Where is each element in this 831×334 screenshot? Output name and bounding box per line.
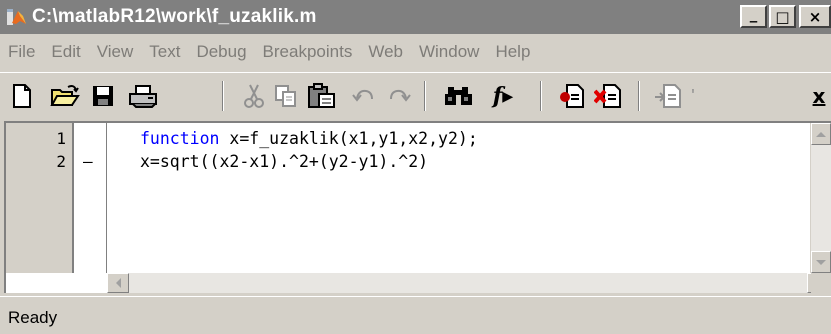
open-folder-icon (50, 85, 80, 106)
menu-bar: File Edit View Text Debug Breakpoints We… (0, 34, 831, 70)
redo-button[interactable] (386, 81, 412, 111)
toolbar-separator (424, 81, 426, 111)
copy-button[interactable] (273, 81, 299, 111)
menu-help[interactable]: Help (495, 42, 536, 62)
paste-button[interactable] (307, 81, 337, 111)
set-breakpoint-button[interactable] (558, 81, 586, 111)
breakpoint-marker[interactable]: – (83, 152, 93, 171)
breakpoint-gutter[interactable]: – (74, 123, 107, 273)
scroll-corner (811, 273, 831, 293)
show-functions-button[interactable]: f▸ (483, 81, 523, 111)
matlab-logo-icon (6, 7, 28, 27)
print-icon (129, 85, 157, 108)
toolbar-separator (638, 81, 640, 111)
find-icon (445, 87, 472, 105)
close-editor-button[interactable]: x (807, 81, 831, 111)
arrow-down-icon (816, 259, 826, 265)
save-button[interactable] (90, 81, 116, 111)
new-file-button[interactable] (10, 81, 34, 111)
status-text: Ready (8, 308, 58, 327)
minimize-button[interactable]: _ (740, 5, 767, 28)
function-icon: f▸ (492, 83, 514, 109)
close-icon: × (808, 7, 822, 26)
title-bar[interactable]: C:\matlabR12\work\f_uzaklik.m _ □ × (0, 0, 831, 34)
menu-web[interactable]: Web (368, 42, 409, 62)
print-button[interactable] (128, 81, 158, 111)
undo-button[interactable] (351, 81, 377, 111)
undo-icon (352, 89, 373, 102)
clear-breakpoint-icon (594, 84, 621, 108)
open-file-button[interactable] (50, 81, 80, 111)
copy-icon (275, 85, 296, 107)
close-window-button[interactable]: × (799, 5, 831, 28)
arrow-left-icon (115, 278, 121, 288)
code-line[interactable]: x=sqrt((x2-x1).^2+(y2-y1).^2) (140, 152, 428, 171)
line-number: 1 (56, 129, 66, 148)
save-icon (93, 86, 113, 106)
new-file-icon (13, 84, 31, 108)
redo-icon (390, 89, 411, 102)
menu-file[interactable]: File (8, 42, 41, 62)
code-text: x=sqrt((x2-x1).^2+(y2-y1).^2) (140, 152, 429, 171)
status-bar: Ready (0, 296, 831, 334)
arrow-up-icon (816, 131, 826, 137)
minimize-icon: _ (749, 4, 758, 23)
maximize-button[interactable]: □ (769, 5, 796, 28)
clear-breakpoint-button[interactable] (594, 81, 622, 111)
scroll-left-button[interactable] (107, 273, 129, 293)
code-text: x=f_uzaklik(x1,y1,x2,y2); (219, 129, 478, 148)
menu-text[interactable]: Text (149, 42, 186, 62)
menu-window[interactable]: Window (419, 42, 485, 62)
line-number-gutter: 1 2 (6, 123, 74, 273)
horizontal-scrollbar[interactable] (107, 273, 829, 293)
maximize-icon: □ (775, 7, 790, 26)
code-editor[interactable]: 1 2 – function x=f_uzaklik(x1,y1,x2,y2);… (4, 121, 831, 293)
step-in-icon (655, 84, 681, 108)
cut-button[interactable] (243, 81, 265, 111)
code-line[interactable]: function x=f_uzaklik(x1,y1,x2,y2); (140, 129, 478, 148)
find-button[interactable] (443, 81, 475, 111)
menu-breakpoints[interactable]: Breakpoints (263, 42, 359, 62)
code-keyword: function (140, 129, 220, 148)
paste-icon (308, 83, 335, 108)
toolbar-separator-small: ' (691, 85, 695, 106)
close-icon: x (812, 84, 826, 108)
toolbar-separator (222, 81, 224, 111)
scroll-down-button[interactable] (811, 251, 831, 273)
set-breakpoint-icon (560, 84, 584, 108)
window-title: C:\matlabR12\work\f_uzaklik.m (32, 6, 317, 27)
cut-icon (244, 84, 264, 108)
menu-view[interactable]: View (97, 42, 140, 62)
step-in-button[interactable] (654, 81, 682, 111)
line-number: 2 (56, 152, 66, 171)
vertical-scrollbar[interactable] (810, 123, 831, 273)
menu-debug[interactable]: Debug (196, 42, 252, 62)
toolbar: f▸ ' x (0, 72, 831, 119)
toolbar-separator (540, 81, 542, 111)
menu-edit[interactable]: Edit (51, 42, 86, 62)
scroll-up-button[interactable] (811, 123, 831, 145)
